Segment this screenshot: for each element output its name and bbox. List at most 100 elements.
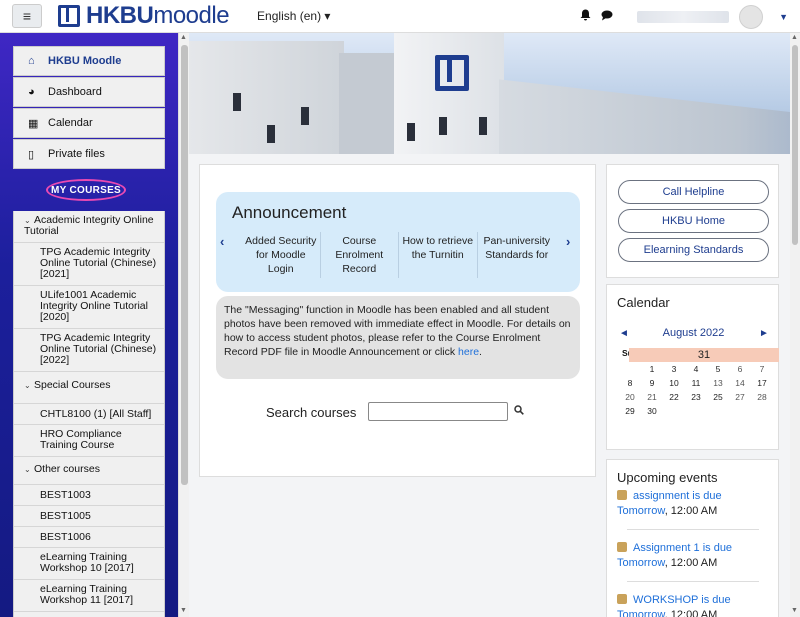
elearning-standards-button[interactable]: Elearning Standards [618,238,769,262]
search-icon[interactable] [514,405,524,418]
event-item: Assignment 1 is due Tomorrow, 12:00 AM [617,541,767,571]
calendar-day[interactable]: 11 [685,376,707,390]
calendar-prev-month-icon[interactable]: ◄ [619,328,629,339]
calendar-next-month-icon[interactable]: ► [759,328,769,339]
list-item[interactable]: ULife1001 Academic Integrity Online Tuto… [14,286,164,329]
scroll-down-icon[interactable]: ▼ [180,607,187,614]
category-label: Special Courses [34,379,111,391]
home-icon: ⌂ [28,55,35,67]
calendar-day[interactable]: 22 [663,390,685,404]
announcement-slide[interactable]: How to retrieve the Turnitin [399,232,478,278]
list-item[interactable]: CHTL8100 (1) [All Staff] [14,404,164,425]
calendar-day[interactable]: 3 [663,362,685,376]
list-item[interactable]: TPG Academic Integrity Online Tutorial (… [14,329,164,372]
calendar-day[interactable]: 25 [707,390,729,404]
event-day-link[interactable]: Tomorrow [617,505,665,517]
sidebar-item-dashboard[interactable]: ◕ Dashboard [13,77,165,107]
calendar-day[interactable]: 30 [641,404,663,418]
sidebar-item-hkbu-moodle[interactable]: ⌂ HKBU Moodle [13,46,165,76]
category-label: Academic Integrity Online Tutorial [24,214,154,237]
course-category-academic-integrity[interactable]: ⌄ Academic Integrity Online Tutorial [14,211,164,243]
user-name-blurred[interactable] [637,10,730,23]
avatar[interactable] [739,4,764,29]
announcement-slide[interactable]: Pan-university Standards for [478,232,557,278]
course-category-special-courses[interactable]: ⌄ Special Courses [14,372,164,404]
hkbu-home-button[interactable]: HKBU Home [618,209,769,233]
event-link[interactable]: Assignment 1 is due [633,542,732,554]
hkbu-moodle-logo[interactable]: HKBU moodle [58,2,230,30]
announcement-slide[interactable]: Course Enrolment Record [321,232,399,278]
announcement-slides: Added Security for Moodle Login Course E… [242,232,556,278]
notice-here-link[interactable]: here [458,346,479,358]
scroll-down-icon[interactable]: ▼ [791,607,798,614]
calendar-day[interactable]: 27 [729,390,751,404]
sidebar-scrollbar-thumb[interactable] [181,45,188,485]
search-courses-input[interactable] [368,402,508,421]
event-time: , 12:00 AM [664,557,718,569]
calendar-day[interactable]: 10 [663,376,685,390]
course-label: BEST1003 [40,489,91,501]
calendar-month[interactable]: August 2022 [607,327,780,339]
list-item[interactable]: TPG Academic Integrity Online Tutorial (… [14,243,164,286]
list-item[interactable]: BEST1003 [14,485,164,506]
calendar-day[interactable]: 21 [641,390,663,404]
course-label: eLearning Training Workshop 10 [2017] [40,551,134,574]
event-day-link[interactable]: Tomorrow [617,609,665,617]
page-scrollbar[interactable]: ▲ ▼ [790,33,800,617]
list-item[interactable]: eLearning Training Workshop 10 [2017] [14,548,164,580]
event-link[interactable]: WORKSHOP is due [633,594,731,606]
my-courses-heading[interactable]: MY COURSES [46,179,126,201]
course-category-other-courses[interactable]: ⌄ Other courses [14,457,164,485]
building-shape [339,53,399,154]
sidebar-item-private-files[interactable]: ▯ Private files [13,139,165,169]
page-scrollbar-thumb[interactable] [792,45,798,245]
calendar-day[interactable]: 17 [751,376,773,390]
upcoming-events-block: Upcoming events assignment is due Tomorr… [606,459,779,617]
top-navbar: ≡ HKBU moodle English (en) ▾ ▼ [0,0,800,33]
building-shape [499,79,790,154]
calendar-day-with-event[interactable]: 31 [629,348,779,362]
calendar-day[interactable]: 14 [729,376,751,390]
carousel-prev-chevron-left-icon[interactable]: ‹ [220,234,224,249]
event-day-link[interactable]: Tomorrow [617,557,665,569]
calendar-day[interactable]: 23 [685,390,707,404]
calendar-day[interactable]: 8 [619,376,641,390]
menu-toggle-button[interactable]: ≡ [12,4,42,28]
list-item[interactable]: BEST1006 [14,527,164,548]
calendar-day[interactable]: 6 [729,362,751,376]
quick-links-block: Call Helpline HKBU Home Elearning Standa… [606,164,779,278]
sidebar-item-calendar[interactable]: ▦ Calendar [13,108,165,138]
calendar-day[interactable]: 5 [707,362,729,376]
course-label: TPG Academic Integrity Online Tutorial (… [40,246,157,280]
scroll-up-icon[interactable]: ▲ [180,34,187,41]
main-content-panel: Announcement ‹ Added Security for Moodle… [199,164,596,477]
list-item[interactable]: eLearning Training Workshop 11 [2017] [14,580,164,612]
calendar-day[interactable]: 1 [641,362,663,376]
carousel-next-chevron-right-icon[interactable]: › [566,234,570,249]
assignment-icon [617,594,627,604]
bell-icon[interactable] [580,9,591,24]
event-time: , 12:00 AM [664,609,718,617]
event-item: assignment is due Tomorrow, 12:00 AM [617,489,767,519]
list-item[interactable]: HRO Compliance Training Course [14,425,164,457]
calendar-day[interactable]: 28 [751,390,773,404]
event-item: WORKSHOP is due Tomorrow, 12:00 AM [617,593,767,617]
list-item[interactable]: BEST1005 [14,506,164,527]
calendar-day[interactable]: 13 [707,376,729,390]
language-selector[interactable]: English (en) ▾ [257,9,330,23]
event-link[interactable]: assignment is due [633,490,722,502]
messaging-notice: The "Messaging" function in Moodle has b… [216,296,580,379]
chat-icon[interactable] [601,10,613,24]
call-helpline-button[interactable]: Call Helpline [618,180,769,204]
calendar-day[interactable]: 7 [751,362,773,376]
calendar-day[interactable]: 20 [619,390,641,404]
announcement-slide[interactable]: Added Security for Moodle Login [242,232,321,278]
calendar-day[interactable]: 9 [641,376,663,390]
user-menu-chevron-down-icon[interactable]: ▼ [779,12,788,22]
course-label: CHTL8100 (1) [All Staff] [40,408,152,420]
calendar-day[interactable]: 4 [685,362,707,376]
sidebar-scrollbar[interactable]: ▲ ▼ [178,33,189,617]
logo-hkbu-text: HKBU [86,2,154,29]
calendar-day[interactable]: 29 [619,404,641,418]
scroll-up-icon[interactable]: ▲ [791,34,798,41]
